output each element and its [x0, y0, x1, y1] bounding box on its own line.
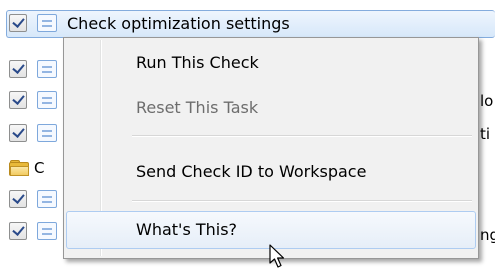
- menu-separator: [132, 135, 472, 137]
- checkbox-checked-icon[interactable]: [9, 60, 27, 78]
- check-item-icon: [37, 124, 57, 142]
- check-item-icon: [37, 190, 57, 208]
- tree-row-label-fragment: lo: [480, 92, 494, 110]
- checkbox-checked-icon[interactable]: [9, 14, 27, 32]
- check-item-icon: [37, 60, 57, 78]
- check-item-icon: [37, 222, 57, 240]
- folder-icon: [9, 160, 29, 176]
- check-item-icon: [37, 14, 57, 32]
- menu-item-send-check-id[interactable]: Send Check ID to Workspace: [66, 155, 476, 189]
- menu-item-run-this-check[interactable]: Run This Check: [66, 46, 476, 80]
- checkbox-checked-icon[interactable]: [9, 124, 27, 142]
- context-menu: Run This Check Reset This Task Send Chec…: [63, 37, 479, 259]
- check-item-icon: [37, 91, 57, 109]
- menu-item-reset-this-task: Reset This Task: [66, 91, 476, 125]
- tree-row-label[interactable]: Check optimization settings: [67, 14, 290, 33]
- tree-row-label-fragment: ti: [480, 125, 491, 143]
- menu-item-label: Run This Check: [136, 53, 259, 72]
- checkbox-checked-icon[interactable]: [9, 190, 27, 208]
- tree-folder-label-fragment[interactable]: C: [34, 159, 48, 177]
- menu-item-label: What's This?: [136, 220, 238, 239]
- checkbox-checked-icon[interactable]: [9, 91, 27, 109]
- menu-separator: [132, 200, 472, 202]
- tree-row-label-fragment: ng: [480, 226, 495, 244]
- checkbox-checked-icon[interactable]: [9, 222, 27, 240]
- menu-item-label: Reset This Task: [136, 98, 259, 117]
- mouse-pointer-icon: [269, 244, 285, 268]
- menu-item-label: Send Check ID to Workspace: [136, 162, 367, 181]
